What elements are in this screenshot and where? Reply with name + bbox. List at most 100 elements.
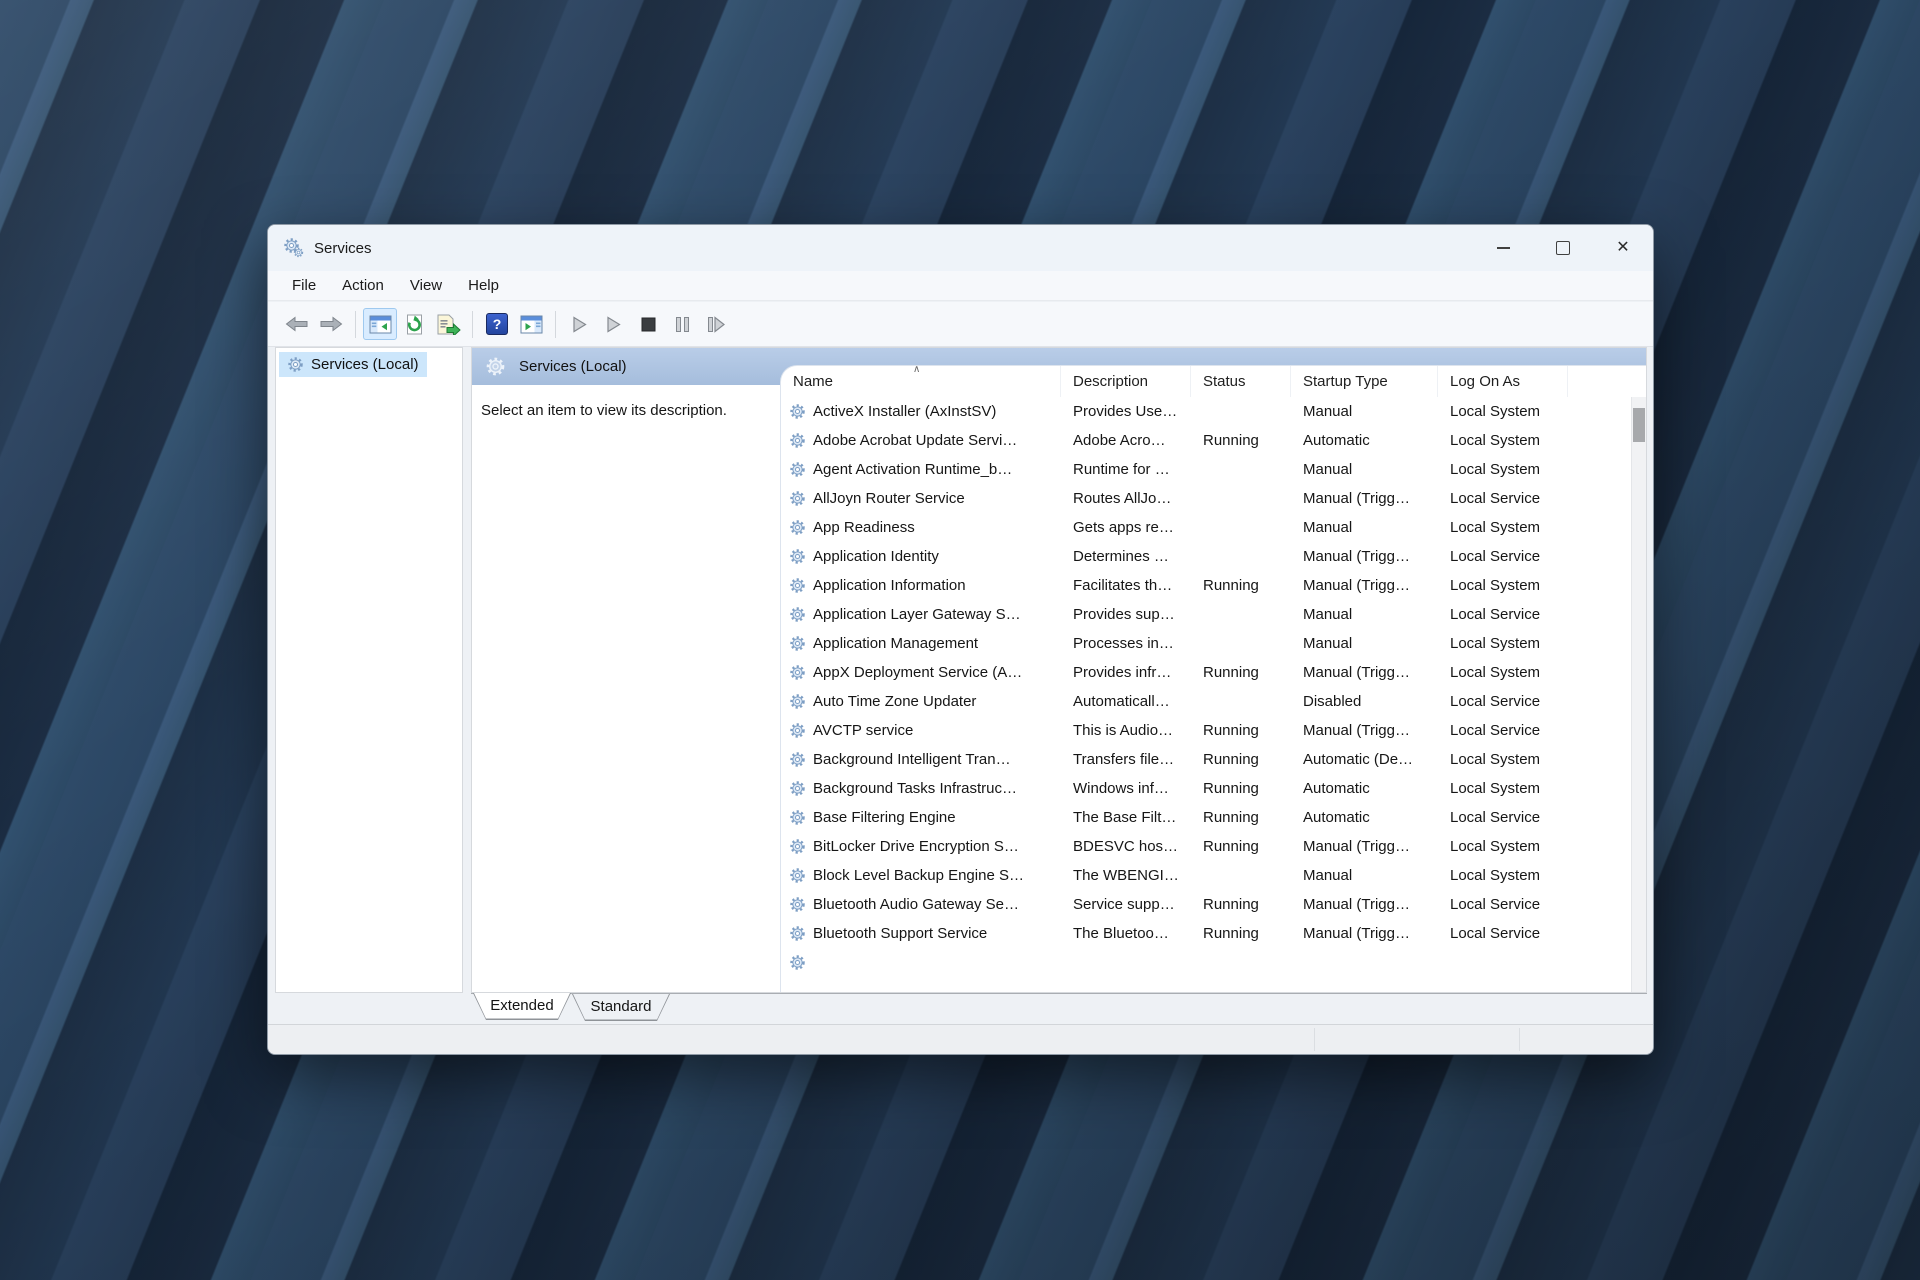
service-startup-type: Manual (Trigg… [1291,490,1438,507]
window-title: Services [314,240,372,257]
service-row[interactable]: Adobe Acrobat Update Servi…Adobe Acro…Ru… [781,426,1631,455]
service-name: Base Filtering Engine [781,809,1061,826]
service-row[interactable]: Auto Time Zone UpdaterAutomaticall…Disab… [781,687,1631,716]
service-row[interactable]: Application InformationFacilitates th…Ru… [781,571,1631,600]
service-gear-icon [789,896,806,913]
column-header-logon[interactable]: Log On As [1438,366,1568,397]
maximize-icon [1556,241,1570,255]
pause-service-button[interactable] [665,308,699,340]
service-row[interactable]: Bluetooth Support ServiceThe Bluetoo…Run… [781,919,1631,948]
services-rows: ActiveX Installer (AxInstSV)Provides Use… [781,397,1631,992]
export-list-button[interactable] [431,308,465,340]
service-name [781,954,1061,971]
export-list-icon [435,314,461,335]
menu-action[interactable]: Action [329,274,397,297]
column-header-description[interactable]: Description [1061,366,1191,397]
maximize-button[interactable] [1533,225,1593,271]
service-row[interactable]: Block Level Backup Engine S…The WBENGI…M… [781,861,1631,890]
services-gear-icon [485,356,506,377]
service-row[interactable]: Application ManagementProcesses in…Manua… [781,629,1631,658]
services-header-title: Services (Local) [519,358,627,375]
refresh-button[interactable] [397,308,431,340]
sort-asc-icon: ∧ [913,365,920,375]
service-startup-type: Manual (Trigg… [1291,925,1438,942]
menu-bar: File Action View Help [268,271,1653,301]
menu-file[interactable]: File [279,274,329,297]
service-row[interactable]: Background Tasks Infrastruc…Windows inf…… [781,774,1631,803]
service-row[interactable]: App ReadinessGets apps re…ManualLocal Sy… [781,513,1631,542]
close-button[interactable]: ✕ [1593,225,1653,271]
service-description: Provides sup… [1061,606,1191,623]
service-row[interactable]: AVCTP serviceThis is Audio…RunningManual… [781,716,1631,745]
tab-standard[interactable]: Standard [572,994,670,1021]
service-status: Running [1191,896,1291,913]
menu-view[interactable]: View [397,274,455,297]
description-hint: Select an item to view its description. [481,402,727,419]
service-gear-icon [789,548,806,565]
services-window: Services ✕ File Action View Help [267,224,1654,1055]
service-log-on-as: Local Service [1438,606,1568,623]
service-description: Automaticall… [1061,693,1191,710]
service-row[interactable]: AllJoyn Router ServiceRoutes AllJo…Manua… [781,484,1631,513]
service-status: Running [1191,809,1291,826]
service-startup-type: Automatic [1291,432,1438,449]
service-description: The Bluetoo… [1061,925,1191,942]
service-row[interactable]: Bluetooth Audio Gateway Se…Service supp…… [781,890,1631,919]
service-name: Bluetooth Support Service [781,925,1061,942]
minimize-button[interactable] [1473,225,1533,271]
tab-extended[interactable]: Extended [473,993,571,1020]
service-name: ActiveX Installer (AxInstSV) [781,403,1061,420]
service-row[interactable]: AppX Deployment Service (A…Provides infr… [781,658,1631,687]
forward-arrow-icon [319,315,343,333]
action-pane-icon [520,315,543,334]
service-row[interactable]: Agent Activation Runtime_b…Runtime for …… [781,455,1631,484]
service-startup-type: Manual [1291,635,1438,652]
service-log-on-as: Local Service [1438,809,1568,826]
service-status: Running [1191,751,1291,768]
service-row[interactable]: Background Intelligent Tran…Transfers fi… [781,745,1631,774]
help-button[interactable]: ? [480,308,514,340]
show-console-tree-button[interactable] [363,308,397,340]
service-row[interactable]: Application Layer Gateway S…Provides sup… [781,600,1631,629]
service-gear-icon [789,432,806,449]
service-log-on-as: Local System [1438,577,1568,594]
services-pane: Services (Local) Select an item to view … [471,347,1647,993]
column-header-name[interactable]: Name [781,366,1061,397]
restart-service-button[interactable] [699,308,733,340]
services-list-panel: ∧ Name Description Status Startup Type L… [780,365,1646,992]
service-log-on-as: Local Service [1438,896,1568,913]
vertical-scrollbar[interactable] [1631,397,1646,992]
service-log-on-as: Local Service [1438,693,1568,710]
service-name: Background Intelligent Tran… [781,751,1061,768]
service-status: Running [1191,664,1291,681]
service-gear-icon [789,954,806,971]
stop-service-button[interactable] [631,308,665,340]
service-description: Gets apps re… [1061,519,1191,536]
tree-item-services-local[interactable]: Services (Local) [279,352,427,377]
forward-button[interactable] [314,308,348,340]
close-icon: ✕ [1616,240,1629,256]
scrollbar-thumb[interactable] [1633,408,1645,442]
service-description: Determines … [1061,548,1191,565]
service-row[interactable]: ActiveX Installer (AxInstSV)Provides Use… [781,397,1631,426]
service-row[interactable]: Base Filtering EngineThe Base Filt…Runni… [781,803,1631,832]
service-startup-type: Manual (Trigg… [1291,896,1438,913]
start-service-button[interactable] [563,308,597,340]
resume-service-button[interactable] [597,308,631,340]
service-gear-icon [789,490,806,507]
service-startup-type: Disabled [1291,693,1438,710]
back-button[interactable] [280,308,314,340]
play-icon [606,316,622,333]
service-gear-icon [789,751,806,768]
service-row[interactable]: Application IdentityDetermines …Manual (… [781,542,1631,571]
show-action-pane-button[interactable] [514,308,548,340]
service-status: Running [1191,925,1291,942]
service-name: Agent Activation Runtime_b… [781,461,1061,478]
menu-help[interactable]: Help [455,274,512,297]
service-name: Application Layer Gateway S… [781,606,1061,623]
column-header-startup[interactable]: Startup Type [1291,366,1438,397]
service-startup-type: Manual (Trigg… [1291,577,1438,594]
column-header-status[interactable]: Status [1191,366,1291,397]
service-gear-icon [789,403,806,420]
service-row[interactable]: BitLocker Drive Encryption S…BDESVC hos…… [781,832,1631,861]
